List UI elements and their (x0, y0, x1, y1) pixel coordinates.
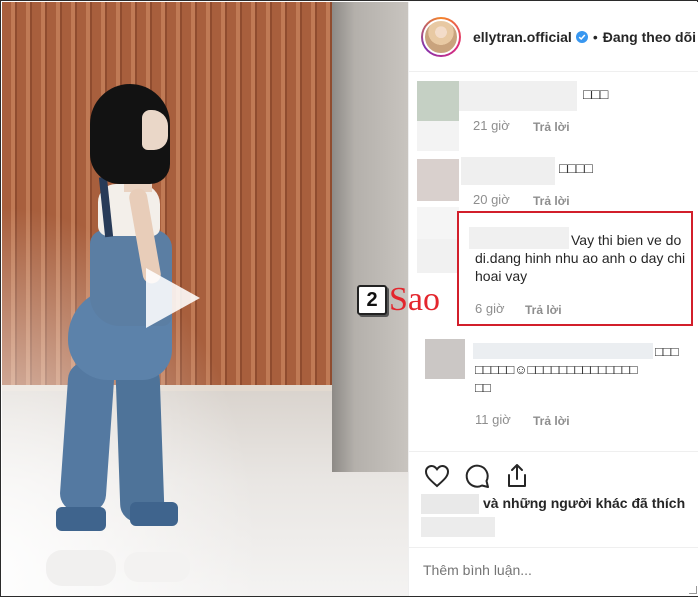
commenter-avatar-placeholder (417, 239, 459, 273)
watermark-badge: 2 (357, 285, 387, 315)
verified-icon (575, 30, 588, 43)
action-bar (409, 451, 698, 491)
likes-row: và những người khác đã thích (421, 492, 691, 516)
comment-time: 11 giờ (475, 412, 511, 427)
watermark: 2 Sao (357, 281, 440, 318)
comments-list[interactable]: □□□ 21 giờ Trả lời □□□□ 20 giờ Trả lời V… (409, 73, 698, 450)
blurred-username (473, 343, 653, 359)
face (142, 110, 168, 150)
avatar[interactable] (421, 16, 461, 57)
separator: • (592, 28, 598, 45)
commenter-avatar-placeholder (417, 121, 459, 151)
blurred-username (461, 157, 555, 185)
comment-text: □□ (475, 380, 491, 395)
watermark-text: Sao (389, 281, 440, 318)
commenter-avatar[interactable] (417, 81, 459, 123)
username-link[interactable]: ellytran.official (473, 29, 572, 45)
reply-button[interactable]: Trả lời (533, 120, 570, 134)
likes-text[interactable]: và những người khác đã thích (483, 495, 685, 511)
comment-time: 21 giờ (473, 118, 510, 133)
comment-text: □□□ (583, 86, 609, 102)
highlight-box (457, 211, 693, 326)
leg-right (115, 361, 165, 523)
comment-time: 20 giờ (473, 192, 510, 207)
comment-text: □□□□ (559, 160, 593, 176)
reply-button[interactable]: Trả lời (533, 414, 570, 428)
shoe-left (46, 550, 116, 586)
blurred-username (459, 81, 577, 111)
play-icon[interactable] (138, 264, 206, 332)
follow-status-button[interactable]: Đang theo dõi (603, 29, 696, 45)
cuff-left (56, 507, 106, 531)
commenter-avatar[interactable] (417, 159, 459, 201)
reply-button[interactable]: Trả lời (533, 194, 570, 208)
comment-text: □□□ (655, 344, 679, 359)
comment-text: □□□□□☺□□□□□□□□□□□□□□ (475, 362, 638, 377)
heart-icon[interactable] (423, 462, 451, 490)
post-video[interactable] (2, 2, 408, 596)
comment-box (409, 547, 698, 596)
comment-icon[interactable] (463, 462, 491, 490)
resize-handle[interactable] (689, 586, 697, 594)
share-icon[interactable] (503, 462, 531, 490)
instagram-post-frame: 2 Sao ellytran.official • Đang theo dõi … (0, 0, 698, 597)
shoe-right (124, 552, 190, 582)
cuff-right (130, 502, 178, 526)
post-side-panel: ellytran.official • Đang theo dõi □□□ 21… (408, 2, 698, 596)
comment-input[interactable] (423, 562, 623, 578)
blurred-post-time (421, 517, 495, 537)
blurred-liker-name (421, 494, 479, 514)
commenter-avatar[interactable] (425, 339, 465, 379)
post-header: ellytran.official • Đang theo dõi (409, 2, 698, 72)
